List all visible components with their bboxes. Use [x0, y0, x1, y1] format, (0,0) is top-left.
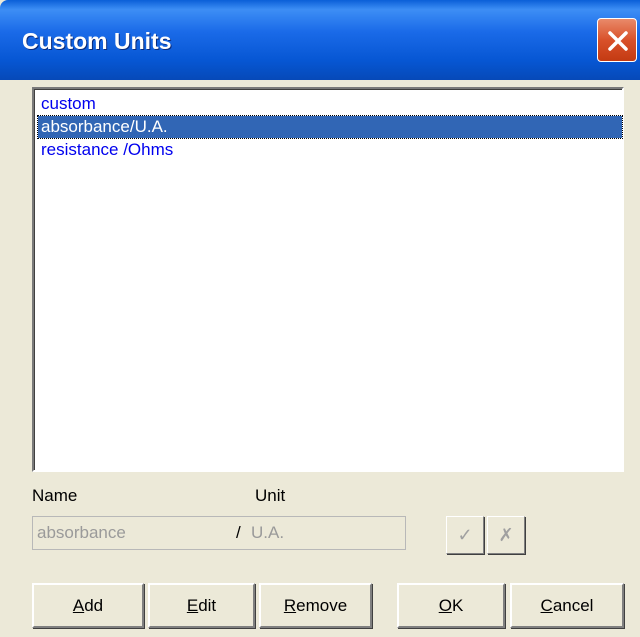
custom-units-dialog: Custom Units custom absorbance/U.A. resi…	[0, 0, 640, 637]
cancel-edit-button[interactable]: ✗	[487, 516, 525, 554]
ok-button-label: K	[451, 596, 464, 615]
name-label: Name	[32, 486, 78, 505]
list-item-selected[interactable]: absorbance/U.A.	[37, 115, 623, 139]
close-icon	[608, 31, 628, 51]
ok-button[interactable]: OK	[397, 583, 505, 628]
name-unit-field[interactable]: absorbance / U.A.	[32, 516, 406, 550]
unit-separator: /	[236, 523, 241, 542]
name-value: absorbance	[37, 523, 126, 542]
confirm-edit-button[interactable]: ✓	[446, 516, 484, 554]
edit-button[interactable]: Edit	[148, 583, 255, 628]
unit-label: Unit	[255, 486, 286, 505]
window-title: Custom Units	[22, 28, 172, 54]
x-icon: ✗	[498, 525, 514, 545]
title-bar[interactable]: Custom Units	[0, 0, 640, 80]
ok-button-accel: O	[438, 596, 452, 615]
units-listbox[interactable]: custom absorbance/U.A. resistance /Ohms	[32, 87, 624, 472]
close-button[interactable]	[597, 18, 637, 62]
list-item[interactable]: resistance /Ohms	[38, 139, 622, 161]
remove-button[interactable]: Remove	[259, 583, 372, 628]
cancel-button[interactable]: Cancel	[510, 583, 624, 628]
remove-button-label: emove	[296, 596, 348, 615]
remove-button-accel: R	[283, 596, 297, 615]
add-button-accel: A	[72, 596, 85, 615]
unit-value: U.A.	[251, 523, 285, 542]
cancel-button-label: ancel	[552, 596, 594, 615]
check-icon: ✓	[457, 525, 473, 545]
edit-button-accel: E	[186, 596, 199, 615]
edit-button-label: dit	[198, 596, 217, 615]
list-item[interactable]: custom	[38, 93, 622, 115]
add-button[interactable]: Add	[32, 583, 144, 628]
add-button-label: dd	[84, 596, 104, 615]
cancel-button-accel: C	[540, 596, 553, 615]
